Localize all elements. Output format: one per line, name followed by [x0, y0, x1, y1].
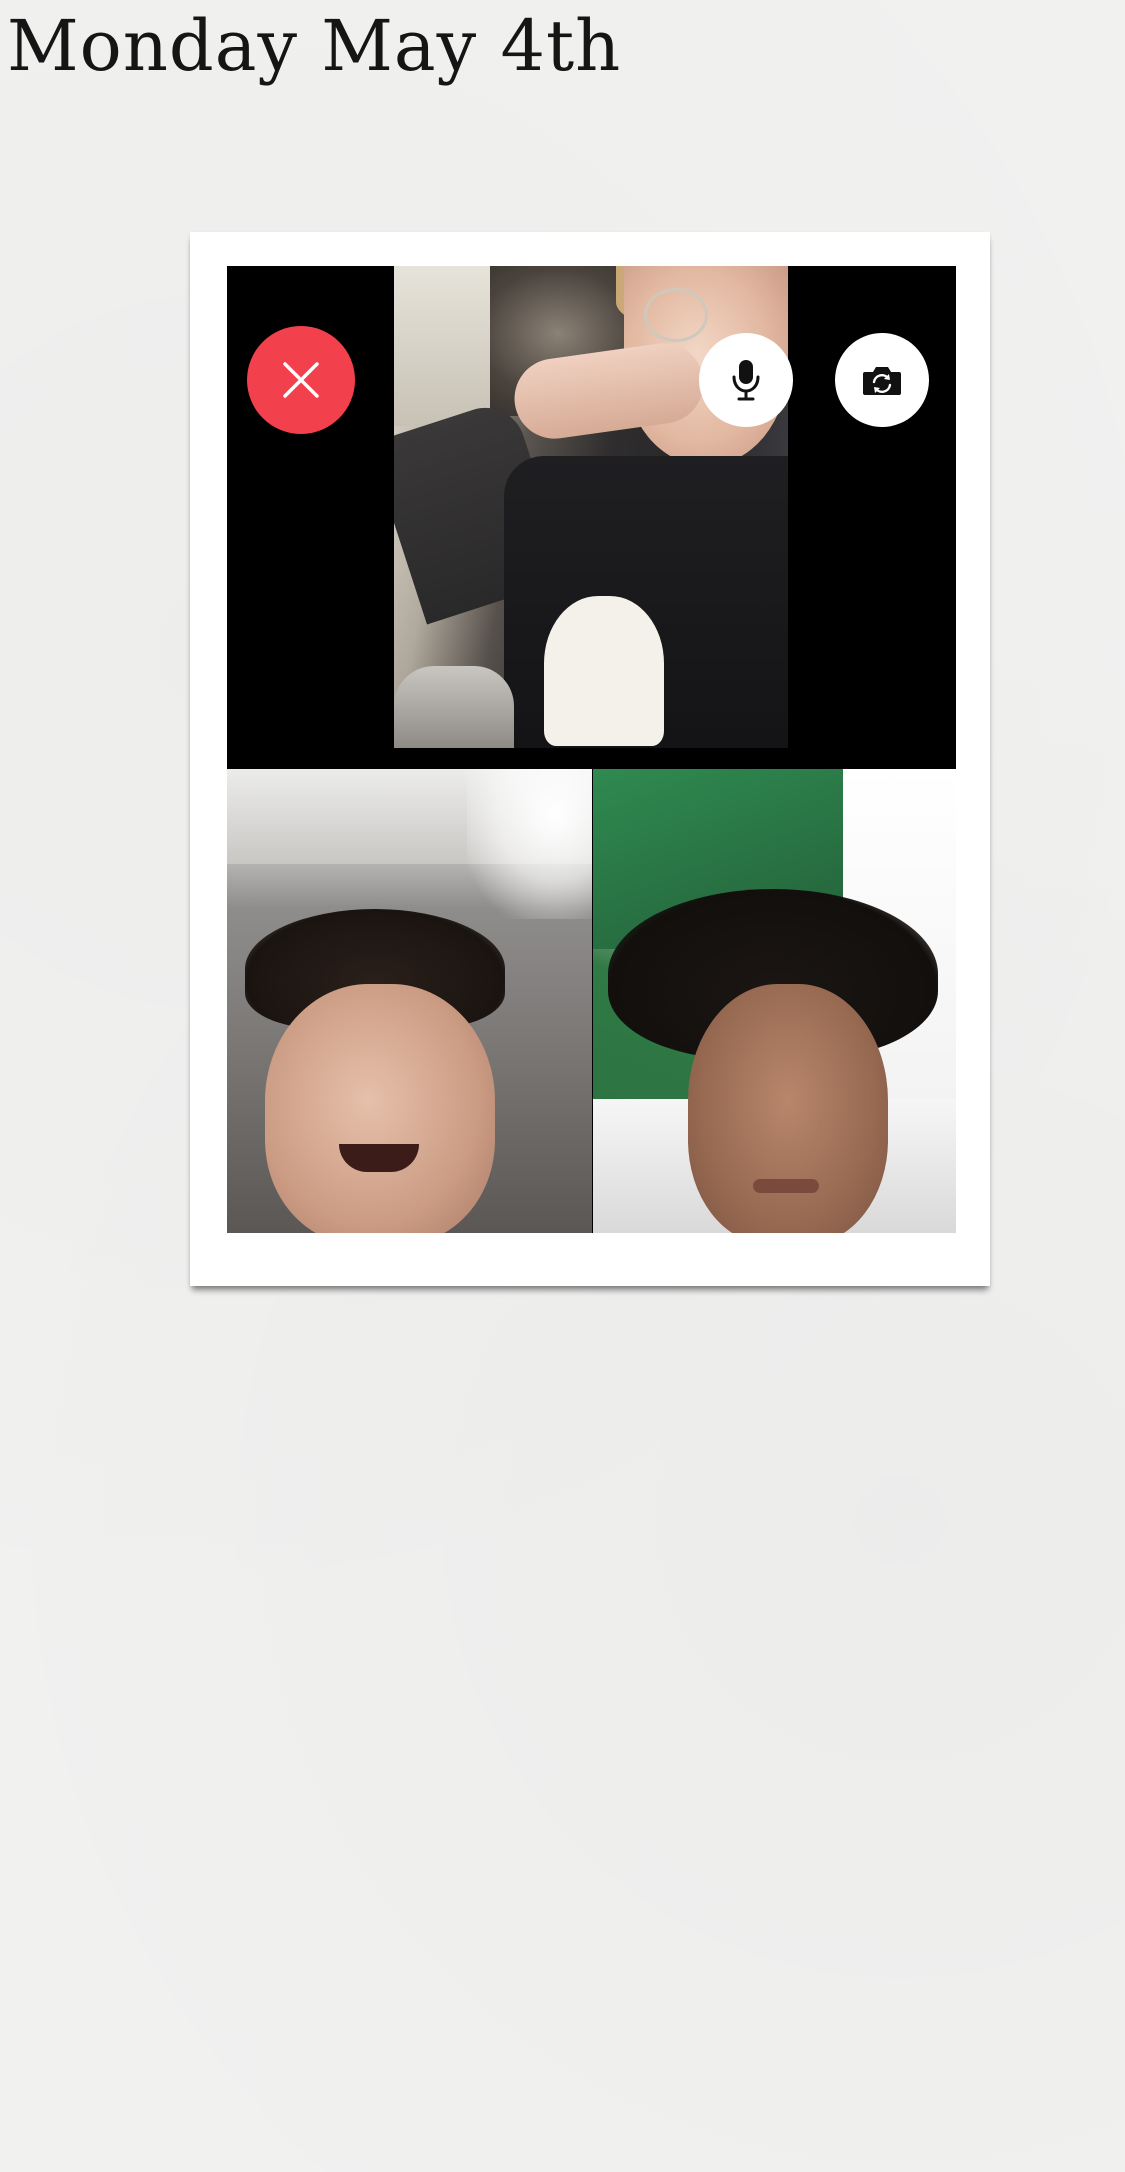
- flip-camera-button[interactable]: [835, 333, 929, 427]
- close-icon: [281, 360, 321, 400]
- participant-video-left: [227, 769, 592, 1233]
- facetime-call-screenshot: [227, 266, 956, 1233]
- page-title: Monday May 4th: [7, 5, 622, 87]
- camera-flip-icon: [861, 363, 903, 397]
- participant-video-right: [593, 769, 956, 1233]
- main-video-tile: [227, 266, 956, 766]
- end-call-button[interactable]: [247, 326, 355, 434]
- photo-print-frame: [190, 232, 990, 1286]
- mute-microphone-button[interactable]: [699, 333, 793, 427]
- microphone-icon: [729, 358, 763, 402]
